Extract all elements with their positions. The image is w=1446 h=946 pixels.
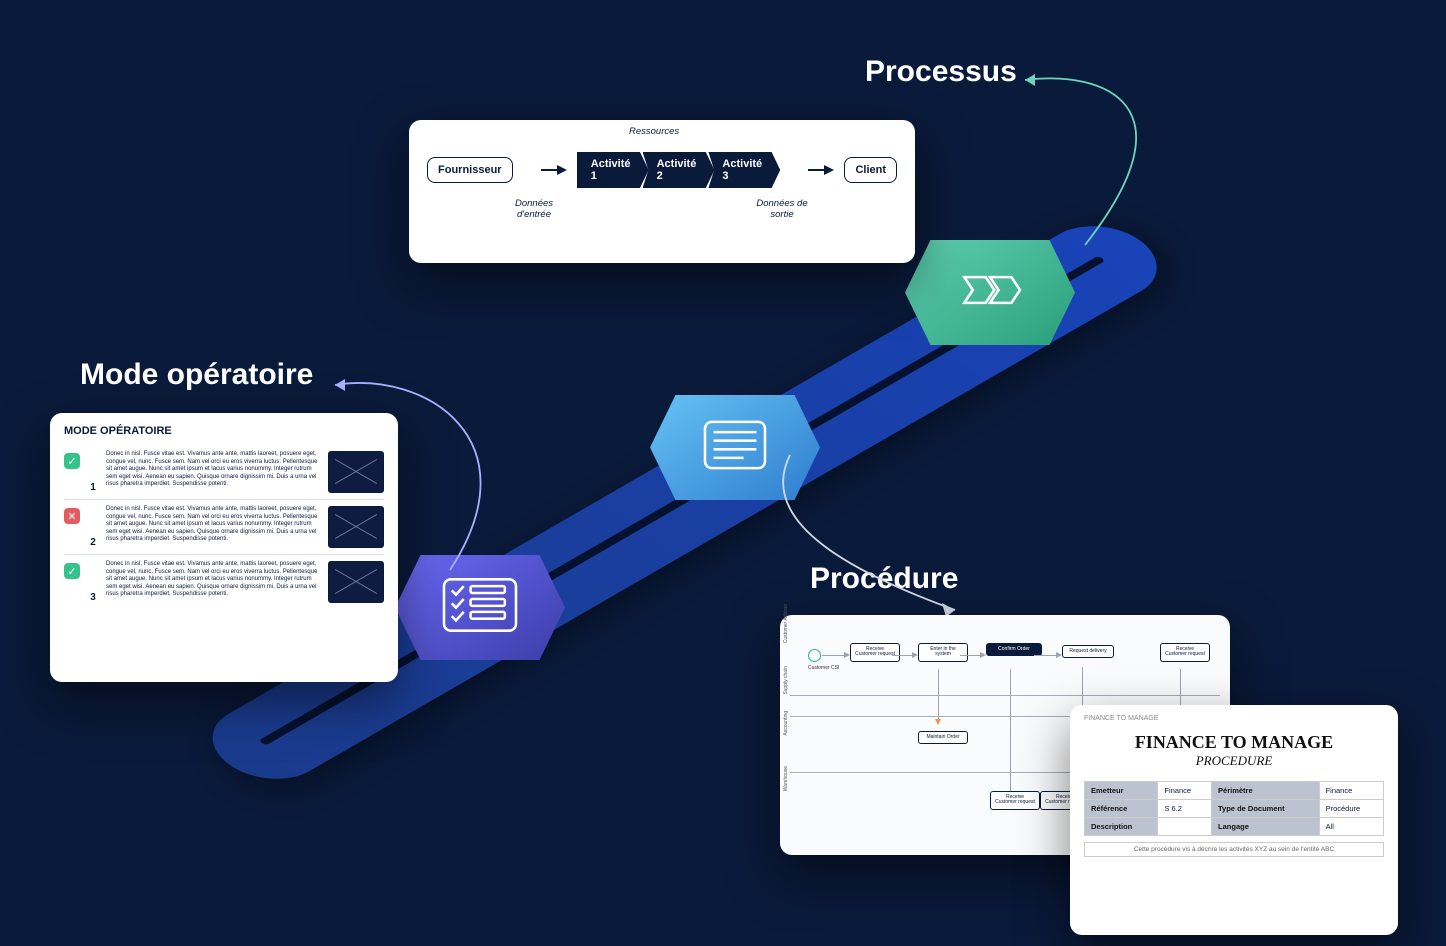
row-text: Donec in nisl. Fusce vitae est. Vivamus … [106,506,320,544]
finance-row: RéférenceS 6.2Type de DocumentProcédure [1085,800,1384,818]
row-number: 1 [88,482,98,493]
fin-key: Type de Document [1212,800,1320,818]
title-mode: Mode opératoire [80,358,313,392]
image-placeholder-icon [328,506,384,548]
finance-subtitle: PROCEDURE [1084,753,1384,769]
chip-activite-1: Activité 1 [577,152,649,188]
fin-key: Référence [1085,800,1158,818]
fin-key: Périmètre [1212,782,1320,800]
connector-processus [1025,75,1245,265]
fin-key: Langage [1212,818,1320,836]
node-n1: Receive Customer request [850,643,900,662]
node-n5: Receive Customer request [1160,643,1210,662]
finance-small-head: FINANCE TO MANAGE [1084,715,1384,722]
arrow-icon [557,165,567,175]
fin-val: Finance [1158,782,1212,800]
title-processus: Processus [865,55,1017,89]
fin-val: Finance [1319,782,1383,800]
check-icon: ✓ [64,563,80,579]
node-n4: Request delivery [1062,645,1114,658]
row-number: 3 [88,592,98,603]
arrow-icon [824,165,834,175]
mode-row: ✓ 1 Donec in nisl. Fusce vitae est. Vivamu… [64,445,384,500]
finance-row: EmetteurFinancePérimètreFinance [1085,782,1384,800]
node-m1: Maintain Order [918,731,968,744]
lane-label-1: Supply chain [783,666,789,695]
chip-activite-3: Activité 3 [708,152,780,188]
mode-row: ✓ 3 Donec in nisl. Fusce vitae est. Vivamu… [64,555,384,609]
connector-procedure [780,455,1000,635]
row-text: Donec in nisl. Fusce vitae est. Vivamus … [106,451,320,489]
fin-val: All [1319,818,1383,836]
finance-doc-card: FINANCE TO MANAGE FINANCE TO MANAGE PROC… [1070,705,1398,935]
document-lines-icon [696,415,774,475]
lane-label-0: Customer Advisor [783,604,789,643]
cross-icon: ✕ [64,508,80,524]
finance-meta-table: EmetteurFinancePérimètreFinanceRéférence… [1084,781,1384,836]
fin-val: Procédure [1319,800,1383,818]
image-placeholder-icon [328,561,384,603]
label-entree: Données d'entrée [499,198,569,220]
mode-row: ✕ 2 Donec in nisl. Fusce vitae est. Vivamu… [64,500,384,555]
node-n2: Enter in the system [918,643,968,662]
diagram-canvas: Processus Mode opératoire Procédure Ress… [0,0,1446,946]
mode-card: MODE OPÉRATOIRE ✓ 1 Donec in nisl. Fusce v… [50,413,398,682]
fin-val: S 6.2 [1158,800,1212,818]
finance-row: Description LangageAll [1085,818,1384,836]
activities-chevrons: Activité 1 Activité 2 Activité 3 [577,152,780,188]
row-text: Donec in nisl. Fusce vitae est. Vivamus … [106,561,320,599]
fin-key: Emetteur [1085,782,1158,800]
processus-card: Ressources Fournisseur Activité 1 Activi… [409,120,915,263]
lane-label-3: Warehouse [783,765,789,790]
fin-key: Description [1085,818,1158,836]
finance-title: FINANCE TO MANAGE [1084,732,1384,753]
finance-footer: Cette procédure vis à décrire les activi… [1084,842,1384,857]
fin-val [1158,818,1212,836]
start-event-icon [808,649,821,662]
node-w1: Receive Customer request [990,791,1040,810]
mode-card-title: MODE OPÉRATOIRE [64,425,384,437]
label-ressources: Ressources [629,126,679,137]
row-number: 2 [88,537,98,548]
start-label: Customer CSI [808,665,839,671]
lane-label-2: Accounting [783,710,789,735]
chip-activite-2: Activité 2 [643,152,715,188]
image-placeholder-icon [328,451,384,493]
check-icon: ✓ [64,453,80,469]
label-sortie: Données de sortie [747,198,817,220]
chip-fournisseur: Fournisseur [427,157,513,183]
chip-client: Client [844,157,897,183]
process-chevrons-icon [951,260,1029,320]
